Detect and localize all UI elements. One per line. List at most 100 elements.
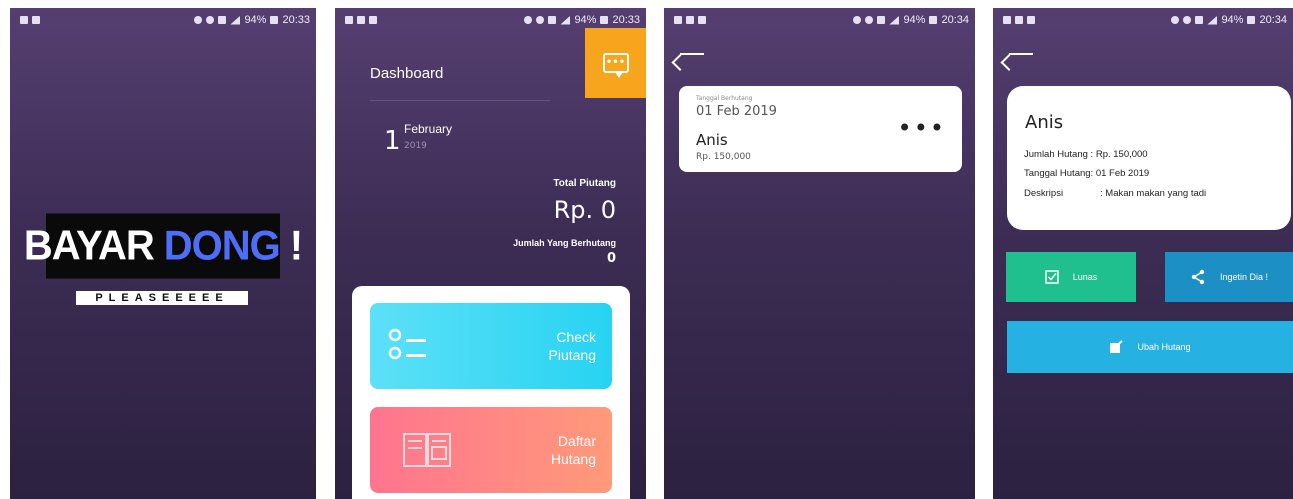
- logo-word-dong: DONG: [163, 222, 281, 269]
- ingetin-button[interactable]: Ingetin Dia !: [1165, 252, 1293, 302]
- battery-percent: 94%: [244, 14, 267, 26]
- ubah-hutang-button[interactable]: Ubah Hutang: [1007, 321, 1293, 373]
- dashboard-screen: 94% 20:33 ••• Dashboard 1 February 2019 …: [335, 8, 646, 499]
- battery-icon: [600, 16, 609, 24]
- status-time: 20:33: [612, 14, 640, 26]
- alarm-icon: [524, 16, 533, 24]
- lunas-label: Lunas: [1072, 272, 1098, 282]
- gallery-notification-icon: [698, 16, 706, 24]
- wifi-icon: [1183, 16, 1192, 24]
- signal-icon: [889, 15, 900, 25]
- image-notification-icon: [1003, 16, 1011, 24]
- debtor-name: Anis: [1025, 112, 1064, 133]
- checklist-icon: [388, 328, 426, 360]
- gallery-notification-icon: [369, 16, 377, 24]
- logo-word-exclaim: !: [289, 222, 303, 269]
- status-time: 20:34: [941, 14, 969, 26]
- back-arrow-icon[interactable]: [671, 44, 708, 71]
- amount-label: Jumlah Hutang :: [1024, 149, 1094, 160]
- ingetin-label: Ingetin Dia !: [1219, 272, 1269, 282]
- alarm-icon: [1171, 16, 1180, 24]
- item-date-caption: Tanggal Berhutang: [696, 95, 753, 102]
- date-value: 01 Feb 2019: [1095, 168, 1150, 179]
- checkbox-icon: [1044, 270, 1059, 284]
- status-bar: 94% 20:34: [664, 8, 975, 32]
- nfc-icon: [218, 16, 227, 24]
- description-value: : Makan makan yang tadi: [1100, 188, 1207, 199]
- amount-value: Rp. 150,000: [1095, 149, 1148, 160]
- chat-bubble-icon: •••: [602, 53, 629, 78]
- daftar-hutang-line1: Daftar: [557, 433, 596, 449]
- item-amount: Rp. 150,000: [696, 152, 751, 162]
- list-item[interactable]: Tanggal Berhutang 01 Feb 2019 Anis Rp. 1…: [679, 86, 962, 172]
- gallery-notification-icon: [32, 16, 40, 24]
- gallery-notification-icon: [1027, 16, 1035, 24]
- battery-percent: 94%: [1221, 14, 1244, 26]
- logo-word-bayar: BAYAR: [23, 222, 155, 269]
- status-time: 20:33: [282, 14, 310, 26]
- signal-icon: [1207, 15, 1218, 25]
- ubah-hutang-label: Ubah Hutang: [1137, 342, 1191, 352]
- hutang-detail-screen: 94% 20:34 Anis Jumlah Hutang : Rp. 150,0…: [993, 8, 1293, 499]
- debtor-count-label: Jumlah Yang Berhutang: [513, 238, 616, 248]
- edit-icon: [1110, 340, 1124, 353]
- item-date: 01 Feb 2019: [696, 104, 777, 119]
- chat-button[interactable]: •••: [585, 28, 646, 98]
- date-day: 1: [384, 126, 401, 156]
- alarm-icon: [853, 16, 862, 24]
- splash-screen: 94% 20:33 BAYAR DONG ! PLEASEEEEE: [10, 8, 316, 499]
- daftar-hutang-line2: Hutang: [550, 451, 596, 467]
- wifi-icon: [865, 16, 874, 24]
- status-bar: 94% 20:33: [10, 8, 316, 32]
- check-piutang-line2: Piutang: [548, 347, 596, 363]
- signal-icon: [560, 15, 571, 25]
- page-title: Dashboard: [370, 65, 444, 82]
- nfc-icon: [548, 16, 557, 24]
- signal-icon: [230, 15, 241, 25]
- open-book-icon: [403, 433, 451, 467]
- daftar-hutang-card[interactable]: Daftar Hutang: [370, 407, 612, 493]
- title-divider: [370, 100, 550, 101]
- date-month: February: [404, 122, 453, 136]
- date-label: Tanggal Hutang:: [1024, 168, 1094, 179]
- gallery-notification-icon: [686, 16, 694, 24]
- wifi-icon: [206, 16, 215, 24]
- total-piutang-label: Total Piutang: [553, 178, 616, 189]
- lunas-button[interactable]: Lunas: [1006, 252, 1136, 302]
- battery-percent: 94%: [903, 14, 926, 26]
- check-piutang-card[interactable]: Check Piutang: [370, 303, 612, 389]
- gallery-notification-icon: [1015, 16, 1023, 24]
- logo-tagline: PLEASEEEEE: [76, 291, 248, 305]
- date-row: Tanggal Hutang: 01 Feb 2019: [1024, 168, 1149, 179]
- debtor-count-value: 0: [606, 251, 616, 266]
- image-notification-icon: [20, 16, 28, 24]
- daftar-hutang-label: Daftar Hutang: [551, 432, 596, 468]
- wifi-icon: [536, 16, 545, 24]
- image-notification-icon: [345, 16, 353, 24]
- nfc-icon: [1195, 16, 1204, 24]
- amount-row: Jumlah Hutang : Rp. 150,000: [1024, 149, 1148, 160]
- date-year: 2019: [404, 141, 427, 151]
- menu-panel: Check Piutang Daftar Hutang: [352, 286, 630, 499]
- status-bar: 94% 20:34: [993, 8, 1293, 32]
- detail-card: Anis Jumlah Hutang : Rp. 150,000 Tanggal…: [1007, 86, 1291, 230]
- description-label: Deskripsi: [1024, 188, 1064, 199]
- battery-icon: [270, 16, 279, 24]
- image-notification-icon: [674, 16, 682, 24]
- nfc-icon: [877, 16, 886, 24]
- item-name: Anis: [696, 131, 728, 149]
- alarm-icon: [194, 16, 203, 24]
- battery-icon: [929, 16, 938, 24]
- back-arrow-icon[interactable]: [1000, 44, 1037, 71]
- more-options-icon[interactable]: •••: [898, 114, 946, 142]
- check-piutang-label: Check Piutang: [549, 328, 596, 364]
- status-time: 20:34: [1259, 14, 1287, 26]
- app-logo: BAYAR DONG !: [24, 213, 303, 279]
- battery-percent: 94%: [574, 14, 597, 26]
- battery-icon: [1247, 16, 1256, 24]
- gallery-notification-icon: [357, 16, 365, 24]
- share-icon: [1191, 269, 1205, 285]
- hutang-list-screen: 94% 20:34 Tanggal Berhutang 01 Feb 2019 …: [664, 8, 975, 499]
- total-piutang-value: Rp. 0: [553, 196, 616, 224]
- check-piutang-line1: Check: [556, 329, 596, 345]
